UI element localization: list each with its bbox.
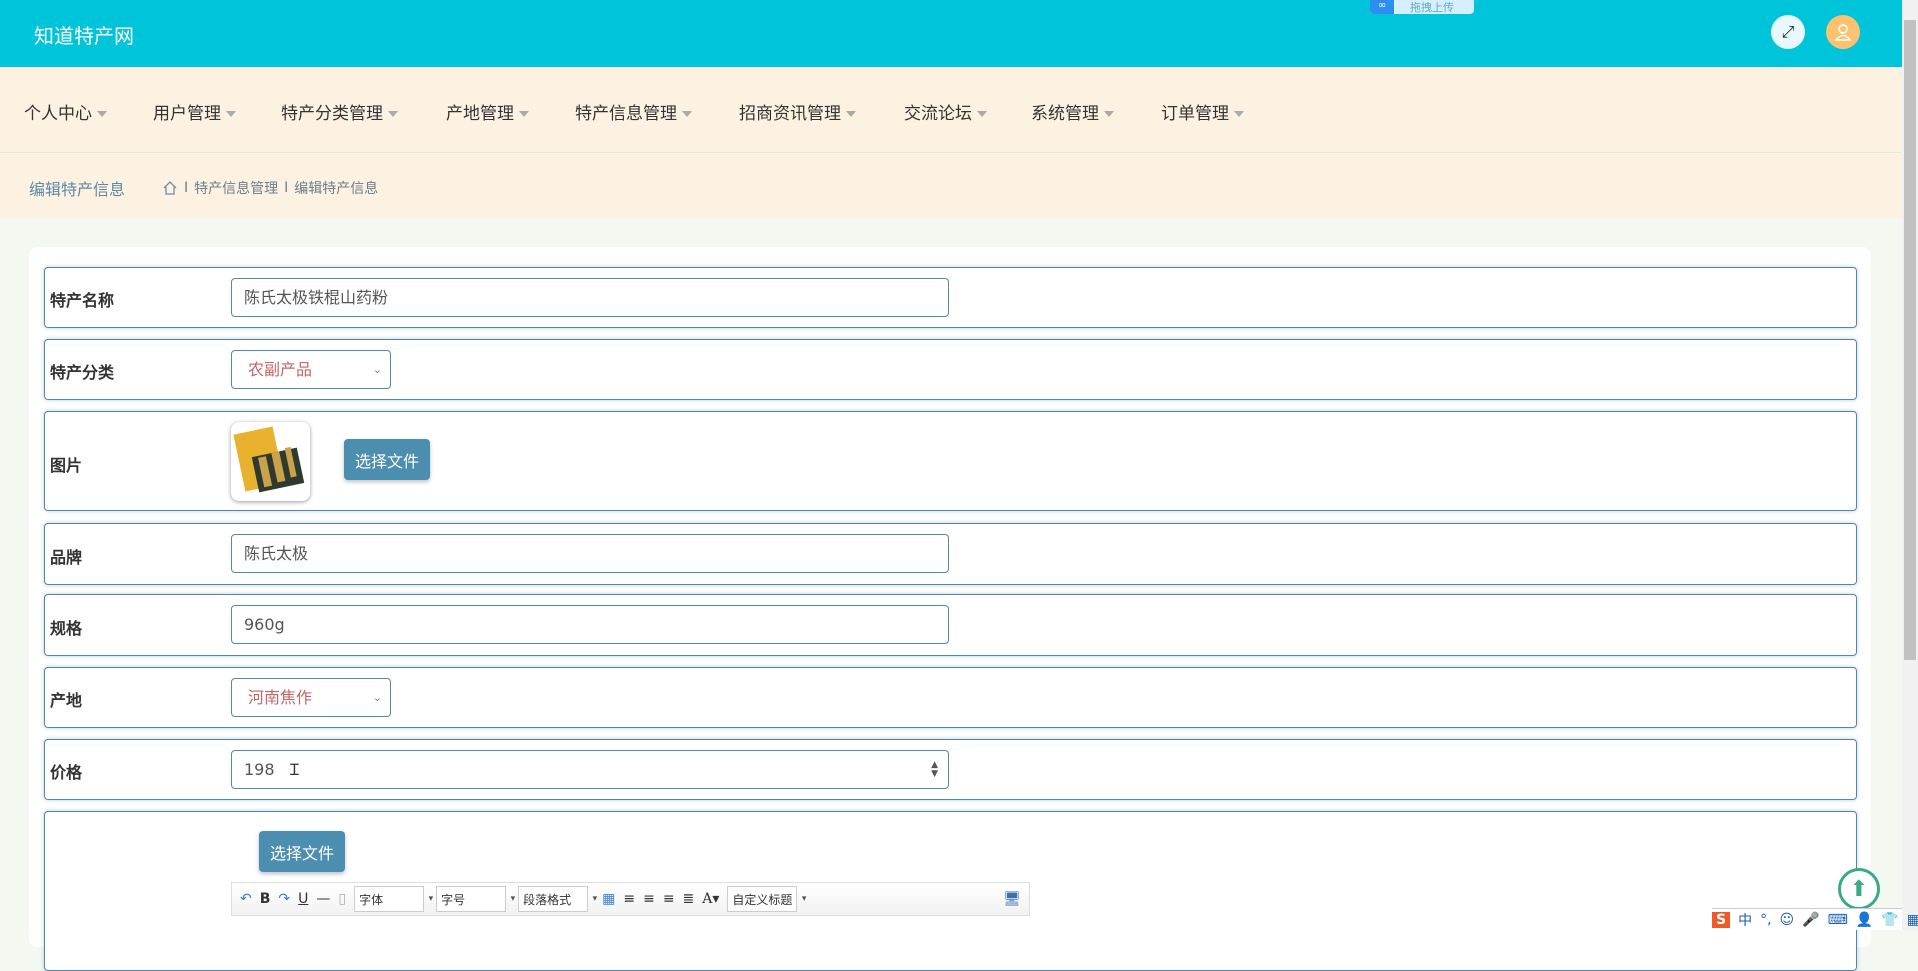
breadcrumb-separator: I (284, 180, 289, 196)
align-right-icon[interactable]: ≡ (643, 891, 655, 907)
drag-upload-badge[interactable]: ∞ 拖拽上传 (1370, 0, 1474, 14)
brand-label: 品牌 (50, 548, 83, 567)
field-detail-row: 选择文件 ↶ B ↷ U — ▯ 字体 字号 段落格式 ▦ ≡ ≡ ≡ ≣ A▾… (44, 811, 1857, 971)
font-family-select[interactable]: 字体 (354, 886, 433, 912)
caret-down-icon (977, 111, 987, 117)
breadcrumb-separator: I (184, 180, 189, 196)
fullscreen-editor-icon[interactable]: 🖥 (1003, 891, 1021, 907)
field-spec-row: 规格 960g (44, 594, 1857, 656)
nav-forum[interactable]: 交流论坛 (904, 99, 987, 124)
breadcrumb: I 特产信息管理 I 编辑特产信息 (162, 178, 378, 198)
align-left-icon[interactable]: ≡ (623, 891, 635, 907)
product-image (231, 422, 310, 501)
nav-personal-center[interactable]: 个人中心 (24, 99, 107, 124)
field-name-row: 特产名称 陈氏太极铁棍山药粉 (44, 267, 1857, 328)
breadcrumb-current: 编辑特产信息 (294, 181, 379, 197)
align-center-icon[interactable]: ≡ (663, 891, 675, 907)
bold-icon[interactable]: B (260, 891, 271, 907)
spec-input[interactable]: 960g (231, 605, 949, 644)
category-select[interactable]: 农副产品 ⌄ (231, 350, 391, 389)
underline-icon[interactable]: U (298, 891, 308, 907)
field-image-row: 图片 选择文件 (44, 411, 1857, 511)
table-icon[interactable]: ▦ (602, 891, 615, 907)
site-title: 知道特产网 (34, 24, 134, 48)
origin-select[interactable]: 河南焦作 ⌄ (231, 678, 391, 717)
spinner-icon[interactable]: ▲ ▼ (931, 751, 938, 779)
edit-form: 特产名称 陈氏太极铁棍山药粉 特产分类 农副产品 ⌄ 图片 选择文件 品牌 陈氏太… (29, 247, 1871, 971)
font-color-icon[interactable]: A▾ (702, 891, 719, 907)
back-to-top-icon[interactable]: ⬆ (1838, 868, 1880, 910)
sogou-logo-icon[interactable]: S (1712, 911, 1731, 928)
nav-order-management[interactable]: 订单管理 (1161, 99, 1244, 124)
caret-down-icon (226, 111, 236, 117)
nav-product-management[interactable]: 特产信息管理 (575, 99, 692, 124)
align-justify-icon[interactable]: ≣ (683, 891, 695, 907)
nav-investment-news[interactable]: 招商资讯管理 (739, 99, 856, 124)
nav-category-management[interactable]: 特产分类管理 (281, 99, 398, 124)
name-input[interactable]: 陈氏太极铁棍山药粉 (231, 278, 949, 317)
field-category-row: 特产分类 农副产品 ⌄ (44, 339, 1857, 400)
horizontal-rule-icon[interactable]: — (316, 891, 330, 907)
caret-down-icon (97, 111, 107, 117)
drag-upload-label: 拖拽上传 (1410, 1, 1454, 14)
ime-toolbar: S 中 °, ☺ 🎤 ⌨ 👤 👕 ▦ (1712, 908, 1918, 930)
microphone-icon[interactable]: 🎤 (1802, 912, 1819, 928)
chevron-down-icon: ⌄ (372, 363, 382, 376)
caret-down-icon (519, 111, 529, 117)
field-origin-row: 产地 河南焦作 ⌄ (44, 667, 1857, 728)
page-scrollbar[interactable] (1902, 0, 1918, 930)
choose-image-button[interactable]: 选择文件 (344, 439, 430, 480)
main-nav: 个人中心 用户管理 特产分类管理 产地管理 特产信息管理 招商资讯管理 交流论坛… (0, 67, 1902, 153)
undo-icon[interactable]: ↶ (240, 891, 252, 907)
ime-punctuation[interactable]: °, (1760, 912, 1771, 928)
breadcrumb-product-management[interactable]: 特产信息管理 (194, 178, 278, 198)
home-icon[interactable] (162, 180, 178, 196)
caret-down-icon (388, 111, 398, 117)
redo-icon[interactable]: ↷ (278, 891, 290, 907)
keyboard-icon[interactable]: ⌨ (1828, 912, 1848, 928)
field-price-row: 价格 198 Ɪ ▲ ▼ (44, 739, 1857, 800)
brand-input[interactable]: 陈氏太极 (231, 534, 949, 573)
nav-system-management[interactable]: 系统管理 (1031, 99, 1114, 124)
avatar-icon[interactable] (1826, 15, 1860, 49)
chevron-down-icon: ⌄ (372, 691, 382, 704)
caret-down-icon (682, 111, 692, 117)
caret-down-icon (846, 111, 856, 117)
origin-label: 产地 (50, 691, 83, 710)
custom-heading-select[interactable]: 自定义标题 (727, 886, 806, 912)
editor-toolbar: ↶ B ↷ U — ▯ 字体 字号 段落格式 ▦ ≡ ≡ ≡ ≣ A▾ 自定义标… (231, 882, 1030, 916)
fullscreen-icon[interactable]: ⤢ (1771, 15, 1805, 49)
scrollbar-thumb[interactable] (1904, 20, 1916, 660)
page-icon[interactable]: ▯ (338, 891, 346, 907)
grid-icon[interactable]: ▦ (1907, 912, 1918, 928)
font-size-select[interactable]: 字号 (436, 886, 515, 912)
field-brand-row: 品牌 陈氏太极 (44, 523, 1857, 585)
caret-down-icon (1104, 111, 1114, 117)
top-header: 知道特产网 ∞ 拖拽上传 ⤢ (0, 0, 1902, 67)
emoji-icon[interactable]: ☺ (1780, 912, 1795, 928)
nav-user-management[interactable]: 用户管理 (153, 99, 236, 124)
category-label: 特产分类 (50, 363, 115, 382)
ime-language[interactable]: 中 (1738, 910, 1752, 930)
image-label: 图片 (50, 456, 83, 475)
skin-icon[interactable]: 👕 (1881, 912, 1898, 928)
choose-file-button[interactable]: 选择文件 (259, 831, 345, 872)
caret-down-icon (1234, 111, 1244, 117)
price-input[interactable]: 198 Ɪ ▲ ▼ (231, 750, 949, 789)
page-title: 编辑特产信息 (29, 180, 126, 199)
breadcrumb-bar: 编辑特产信息 I 特产信息管理 I 编辑特产信息 (0, 154, 1902, 218)
spec-label: 规格 (50, 619, 83, 638)
price-label: 价格 (50, 763, 83, 782)
name-label: 特产名称 (50, 291, 115, 310)
paragraph-format-select[interactable]: 段落格式 (518, 886, 597, 912)
link-icon: ∞ (1370, 0, 1394, 14)
nav-origin-management[interactable]: 产地管理 (446, 99, 529, 124)
user-icon[interactable]: 👤 (1856, 912, 1873, 928)
